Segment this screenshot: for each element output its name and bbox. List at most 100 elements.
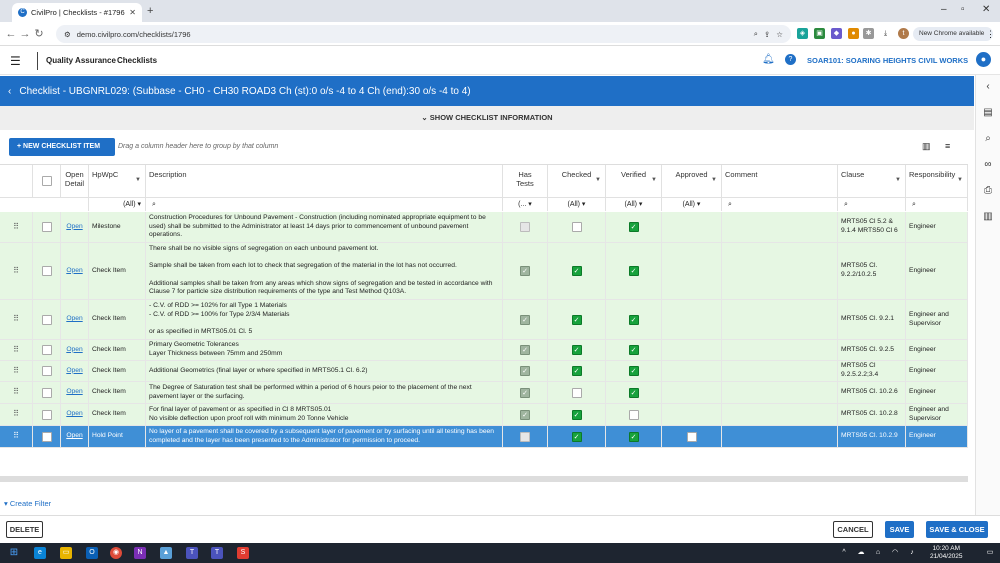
table-row[interactable]: ⠿ Open Check Item There shall be no visible… [0, 243, 968, 300]
create-filter-link[interactable]: ▾ Create Filter [4, 499, 51, 508]
comment-cell[interactable] [722, 426, 838, 447]
search-icon[interactable]: ⌕ [982, 133, 994, 144]
filter-builder-icon[interactable]: ≡ [945, 141, 950, 151]
hpwpc-header[interactable]: HpWpC ▼ [89, 165, 146, 197]
description-cell[interactable]: For final layer of pavement or as specif… [146, 404, 503, 425]
extension-icon-2[interactable]: ▣ [814, 28, 825, 39]
forward-icon[interactable]: → [18, 28, 32, 40]
comment-cell[interactable] [722, 361, 838, 381]
cancel-button[interactable]: CANCEL [833, 521, 873, 538]
verified-filter-select[interactable]: (All) ▾ [606, 197, 662, 211]
help-icon[interactable]: ? [785, 54, 796, 65]
checked-checkbox[interactable]: ✓ [571, 366, 582, 376]
url-field[interactable]: ⚙ demo.civilpro.com/checklists/1796 ⌕ ⇪ … [56, 25, 791, 43]
project-selector[interactable]: SOAR101: SOARING HEIGHTS CIVIL WORKS [807, 56, 968, 65]
row-select-checkbox[interactable] [41, 222, 52, 232]
open-detail-link[interactable]: Open [66, 388, 82, 397]
checked-checkbox[interactable]: ✓ [571, 314, 582, 325]
clause-filter-search[interactable]: ⌕ [838, 197, 906, 211]
reload-icon[interactable]: ↻ [32, 27, 46, 40]
chrome-menu-icon[interactable]: ⋮ [986, 29, 995, 40]
maximize-icon[interactable]: ▫ [961, 4, 965, 15]
system-tray-chevron-icon[interactable]: ^ [838, 547, 850, 559]
drag-handle[interactable]: ⠿ [0, 300, 33, 339]
drag-handle[interactable]: ⠿ [0, 382, 33, 403]
checked-filter-select[interactable]: (All) ▾ [548, 197, 606, 211]
column-chooser-icon[interactable]: ▥ [922, 141, 931, 152]
edge-icon[interactable]: e [34, 547, 46, 559]
extension-icon-1[interactable]: ◈ [797, 28, 808, 39]
teams-work-icon[interactable]: T [211, 547, 223, 559]
delete-button[interactable]: DELETE [6, 521, 43, 538]
checked-checkbox[interactable]: ✓ [571, 345, 582, 355]
table-row[interactable]: ⠿ Open Check Item The Degree of Saturation … [0, 382, 968, 404]
verified-checkbox[interactable] [628, 409, 639, 420]
description-cell[interactable]: Construction Procedures for Unbound Pave… [146, 212, 503, 242]
description-header[interactable]: Description [146, 165, 503, 197]
verified-checkbox[interactable]: ✓ [628, 222, 639, 232]
close-window-icon[interactable]: ✕ [982, 4, 990, 15]
comment-cell[interactable] [722, 340, 838, 360]
row-select-checkbox[interactable] [41, 409, 52, 420]
share-icon[interactable]: ⇪ [764, 30, 770, 39]
bookmark-star-icon[interactable]: ☆ [776, 30, 783, 39]
comment-header[interactable]: Comment [722, 165, 838, 197]
responsibility-filter-search[interactable]: ⌕ [906, 197, 968, 211]
description-cell[interactable]: Additional Geometrics (final layer or wh… [146, 361, 503, 381]
outlook-icon[interactable]: O [86, 547, 98, 559]
checked-checkbox[interactable]: ✓ [571, 431, 582, 442]
back-icon[interactable]: ← [4, 28, 18, 40]
description-cell[interactable]: No layer of a pavement shall be covered … [146, 426, 503, 447]
row-select-checkbox[interactable] [41, 314, 52, 325]
drag-handle[interactable]: ⠿ [0, 426, 33, 447]
site-info-icon[interactable]: ⚙ [64, 30, 71, 39]
save-and-close-button[interactable]: SAVE & CLOSE [926, 521, 988, 538]
chrome-update-button[interactable]: New Chrome available [913, 27, 993, 41]
photos-icon[interactable]: ▲ [160, 547, 172, 559]
filter-icon[interactable]: ▼ [895, 176, 901, 185]
user-avatar-icon[interactable]: ● [976, 52, 991, 67]
checked-checkbox[interactable] [571, 222, 582, 232]
show-checklist-info-toggle[interactable]: ⌄ SHOW CHECKLIST INFORMATION [0, 106, 974, 130]
new-checklist-item-button[interactable]: + NEW CHECKLIST ITEM [9, 138, 115, 156]
drag-handle[interactable]: ⠿ [0, 340, 33, 360]
notification-bell-icon[interactable]: 🔔︎ [762, 54, 775, 65]
hpwpc-filter-select[interactable]: (All) ▾ [89, 197, 146, 211]
download-icon[interactable]: ⤓ [880, 28, 891, 39]
collapse-panel-icon[interactable]: ‹ [982, 81, 994, 92]
approved-checkbox[interactable] [686, 431, 697, 442]
open-detail-link[interactable]: Open [66, 367, 82, 376]
clause-header[interactable]: Clause ▼ [838, 165, 906, 197]
section-title[interactable]: Checklists [117, 56, 157, 65]
select-all-checkbox[interactable] [41, 176, 52, 186]
wifi-icon[interactable]: ◠ [889, 547, 901, 559]
verified-checkbox[interactable]: ✓ [628, 314, 639, 325]
description-cell[interactable]: There shall be no visible signs of segre… [146, 243, 503, 299]
filter-icon[interactable]: ▼ [651, 176, 657, 185]
row-select-checkbox[interactable] [41, 345, 52, 355]
minimize-icon[interactable]: – [941, 4, 947, 15]
extension-icon-3[interactable]: ◆ [831, 28, 842, 39]
filter-icon[interactable]: ▼ [957, 176, 963, 185]
responsibility-header[interactable]: Responsibility ▼ [906, 165, 968, 197]
open-detail-link[interactable]: Open [66, 223, 82, 232]
profile-avatar[interactable]: t [898, 28, 909, 39]
verified-checkbox[interactable]: ✓ [628, 387, 639, 398]
description-cell[interactable]: The Degree of Saturation test shall be p… [146, 382, 503, 403]
table-row[interactable]: ⠿ Open Milestone Construction Procedures fo… [0, 212, 968, 243]
comment-cell[interactable] [722, 212, 838, 242]
chrome-icon[interactable]: ◉ [110, 547, 122, 559]
verified-checkbox[interactable]: ✓ [628, 266, 639, 276]
windows-start-icon[interactable]: ⊞ [8, 547, 20, 559]
row-select-checkbox[interactable] [41, 266, 52, 276]
description-filter-search[interactable]: ⌕ [146, 197, 503, 211]
module-title[interactable]: Quality Assurance [46, 56, 116, 65]
description-cell[interactable]: - C.V. of RDD >= 102% for all Type 1 Mat… [146, 300, 503, 339]
verified-checkbox[interactable]: ✓ [628, 345, 639, 355]
horizontal-scrollbar[interactable] [0, 476, 968, 482]
checked-checkbox[interactable]: ✓ [571, 409, 582, 420]
comment-filter-search[interactable]: ⌕ [722, 197, 838, 211]
checked-checkbox[interactable] [571, 387, 582, 398]
hamburger-menu-icon[interactable]: ☰ [10, 54, 21, 68]
taskbar-clock[interactable]: 10:20 AM 21/04/2025 [930, 545, 963, 561]
